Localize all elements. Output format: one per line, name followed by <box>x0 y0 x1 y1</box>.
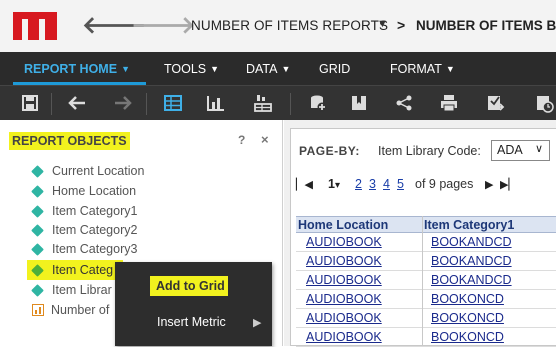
column-header-item-category1[interactable]: Item Category1 <box>424 217 514 233</box>
menu-bar: REPORT HOME ▼ TOOLS ▼ DATA ▼ GRID FORMAT ▼ <box>0 52 556 85</box>
grid-cell-link[interactable]: AUDIOBOOK <box>306 254 382 268</box>
object-item-category2[interactable]: Item Category2 <box>31 221 137 239</box>
object-item-category1[interactable]: Item Category1 <box>31 202 137 220</box>
table-row: AUDIOBOOK BOOKANDCD <box>296 271 556 290</box>
grid-cell-link[interactable]: BOOKONCD <box>431 330 504 344</box>
attribute-icon <box>31 184 44 198</box>
grid-graph-view-icon[interactable] <box>253 93 273 113</box>
report-objects-title: REPORT OBJECTS <box>9 132 130 150</box>
close-panel-icon[interactable]: × <box>261 132 269 147</box>
pager-page-2[interactable]: 2 <box>355 177 362 191</box>
print-icon[interactable] <box>439 93 459 113</box>
export-icon[interactable] <box>485 93 505 113</box>
menu-grid[interactable]: GRID <box>319 62 350 76</box>
menu-tools[interactable]: TOOLS ▼ <box>164 62 219 76</box>
object-home-location[interactable]: Home Location <box>31 182 136 200</box>
attribute-icon <box>31 263 44 277</box>
submenu-arrow-icon: ▶ <box>253 317 262 329</box>
table-row: AUDIOBOOK BOOKONCD <box>296 290 556 309</box>
help-icon[interactable]: ? <box>238 133 245 147</box>
breadcrumb-report-title: NUMBER OF ITEMS B <box>416 18 556 33</box>
breadcrumb-separator: > <box>397 17 406 33</box>
grid-cell-link[interactable]: AUDIOBOOK <box>306 292 382 306</box>
grid-cell-link[interactable]: BOOKANDCD <box>431 254 512 268</box>
table-row: AUDIOBOOK BOOKANDCD <box>296 252 556 271</box>
pager-summary: of 9 pages <box>415 177 474 191</box>
redo-icon[interactable] <box>112 93 132 113</box>
grid-cell-link[interactable]: AUDIOBOOK <box>306 273 382 287</box>
pager-page-3[interactable]: 3 <box>369 177 376 191</box>
schedule-icon[interactable] <box>534 93 554 113</box>
grid-view-icon[interactable] <box>163 93 183 113</box>
undo-icon[interactable] <box>68 93 88 113</box>
pager-current-page[interactable]: 1▾ <box>328 177 340 191</box>
attribute-icon <box>31 164 44 178</box>
context-menu <box>115 262 272 346</box>
add-data-icon[interactable] <box>308 93 328 113</box>
grid-cell-link[interactable]: BOOKONCD <box>431 311 504 325</box>
table-row: AUDIOBOOK BOOKONCD <box>296 309 556 328</box>
next-page-icon[interactable]: ▶ <box>485 178 493 191</box>
grid-cell-link[interactable]: BOOKANDCD <box>431 273 512 287</box>
chevron-down-icon: ∨ <box>534 143 543 155</box>
microstrategy-logo-icon[interactable] <box>13 12 57 40</box>
grid-cell-link[interactable]: AUDIOBOOK <box>306 235 382 249</box>
attribute-icon <box>31 283 44 297</box>
menu-report-home[interactable]: REPORT HOME ▼ <box>24 62 130 76</box>
pager-page-4[interactable]: 4 <box>383 177 390 191</box>
grid-cell-link[interactable]: AUDIOBOOK <box>306 330 382 344</box>
context-menu-insert-metric[interactable]: Insert Metric <box>157 315 226 329</box>
grid-cell-link[interactable]: AUDIOBOOK <box>306 311 382 325</box>
grid-header-row: Home Location Item Category1 <box>296 216 556 233</box>
attribute-icon <box>31 242 44 256</box>
page-by-field-label: Item Library Code: <box>378 144 481 158</box>
menu-data[interactable]: DATA ▼ <box>246 62 290 76</box>
breadcrumb-dropdown-icon[interactable]: ▼ <box>377 18 388 30</box>
toolbar-separator <box>51 93 52 115</box>
attribute-icon <box>31 223 44 237</box>
graph-view-icon[interactable] <box>206 93 226 113</box>
grid-cell-link[interactable]: BOOKONCD <box>431 292 504 306</box>
pager-page-5[interactable]: 5 <box>397 177 404 191</box>
breadcrumb-folder[interactable]: NUMBER OF ITEMS REPORTS <box>191 18 388 33</box>
column-header-home-location[interactable]: Home Location <box>298 217 388 233</box>
grid-cell-link[interactable]: BOOKANDCD <box>431 235 512 249</box>
last-page-icon[interactable]: ▶▏ <box>500 178 517 191</box>
table-row: AUDIOBOOK BOOKONCD <box>296 328 556 347</box>
grid-column-divider <box>422 216 423 346</box>
object-number-of[interactable]: Number of <box>32 301 109 319</box>
object-item-category3[interactable]: Item Category3 <box>31 240 137 258</box>
toolbar-separator <box>146 93 147 115</box>
table-row: AUDIOBOOK BOOKANDCD <box>296 233 556 252</box>
page-by-label: PAGE-BY: <box>299 144 360 158</box>
metric-icon <box>32 304 44 316</box>
forward-arrow-icon[interactable]: 🡒 <box>131 14 195 38</box>
object-current-location[interactable]: Current Location <box>31 162 144 180</box>
toolbar <box>0 85 556 120</box>
first-page-icon[interactable]: ▏◀ <box>296 178 313 191</box>
toolbar-separator <box>290 93 291 115</box>
save-icon[interactable] <box>20 93 40 113</box>
object-item-library[interactable]: Item Librar <box>31 281 112 299</box>
app-header: 🡐 🡒 NUMBER OF ITEMS REPORTS ▼ > NUMBER O… <box>0 0 556 52</box>
attribute-icon <box>31 204 44 218</box>
menu-format[interactable]: FORMAT ▼ <box>390 62 455 76</box>
context-menu-add-to-grid[interactable]: Add to Grid <box>156 279 225 293</box>
bookmark-icon[interactable] <box>349 93 369 113</box>
page-by-select[interactable]: ADA ∨ <box>491 140 550 161</box>
object-item-category-selected[interactable]: Item Categ <box>31 261 113 279</box>
share-icon[interactable] <box>394 93 414 113</box>
